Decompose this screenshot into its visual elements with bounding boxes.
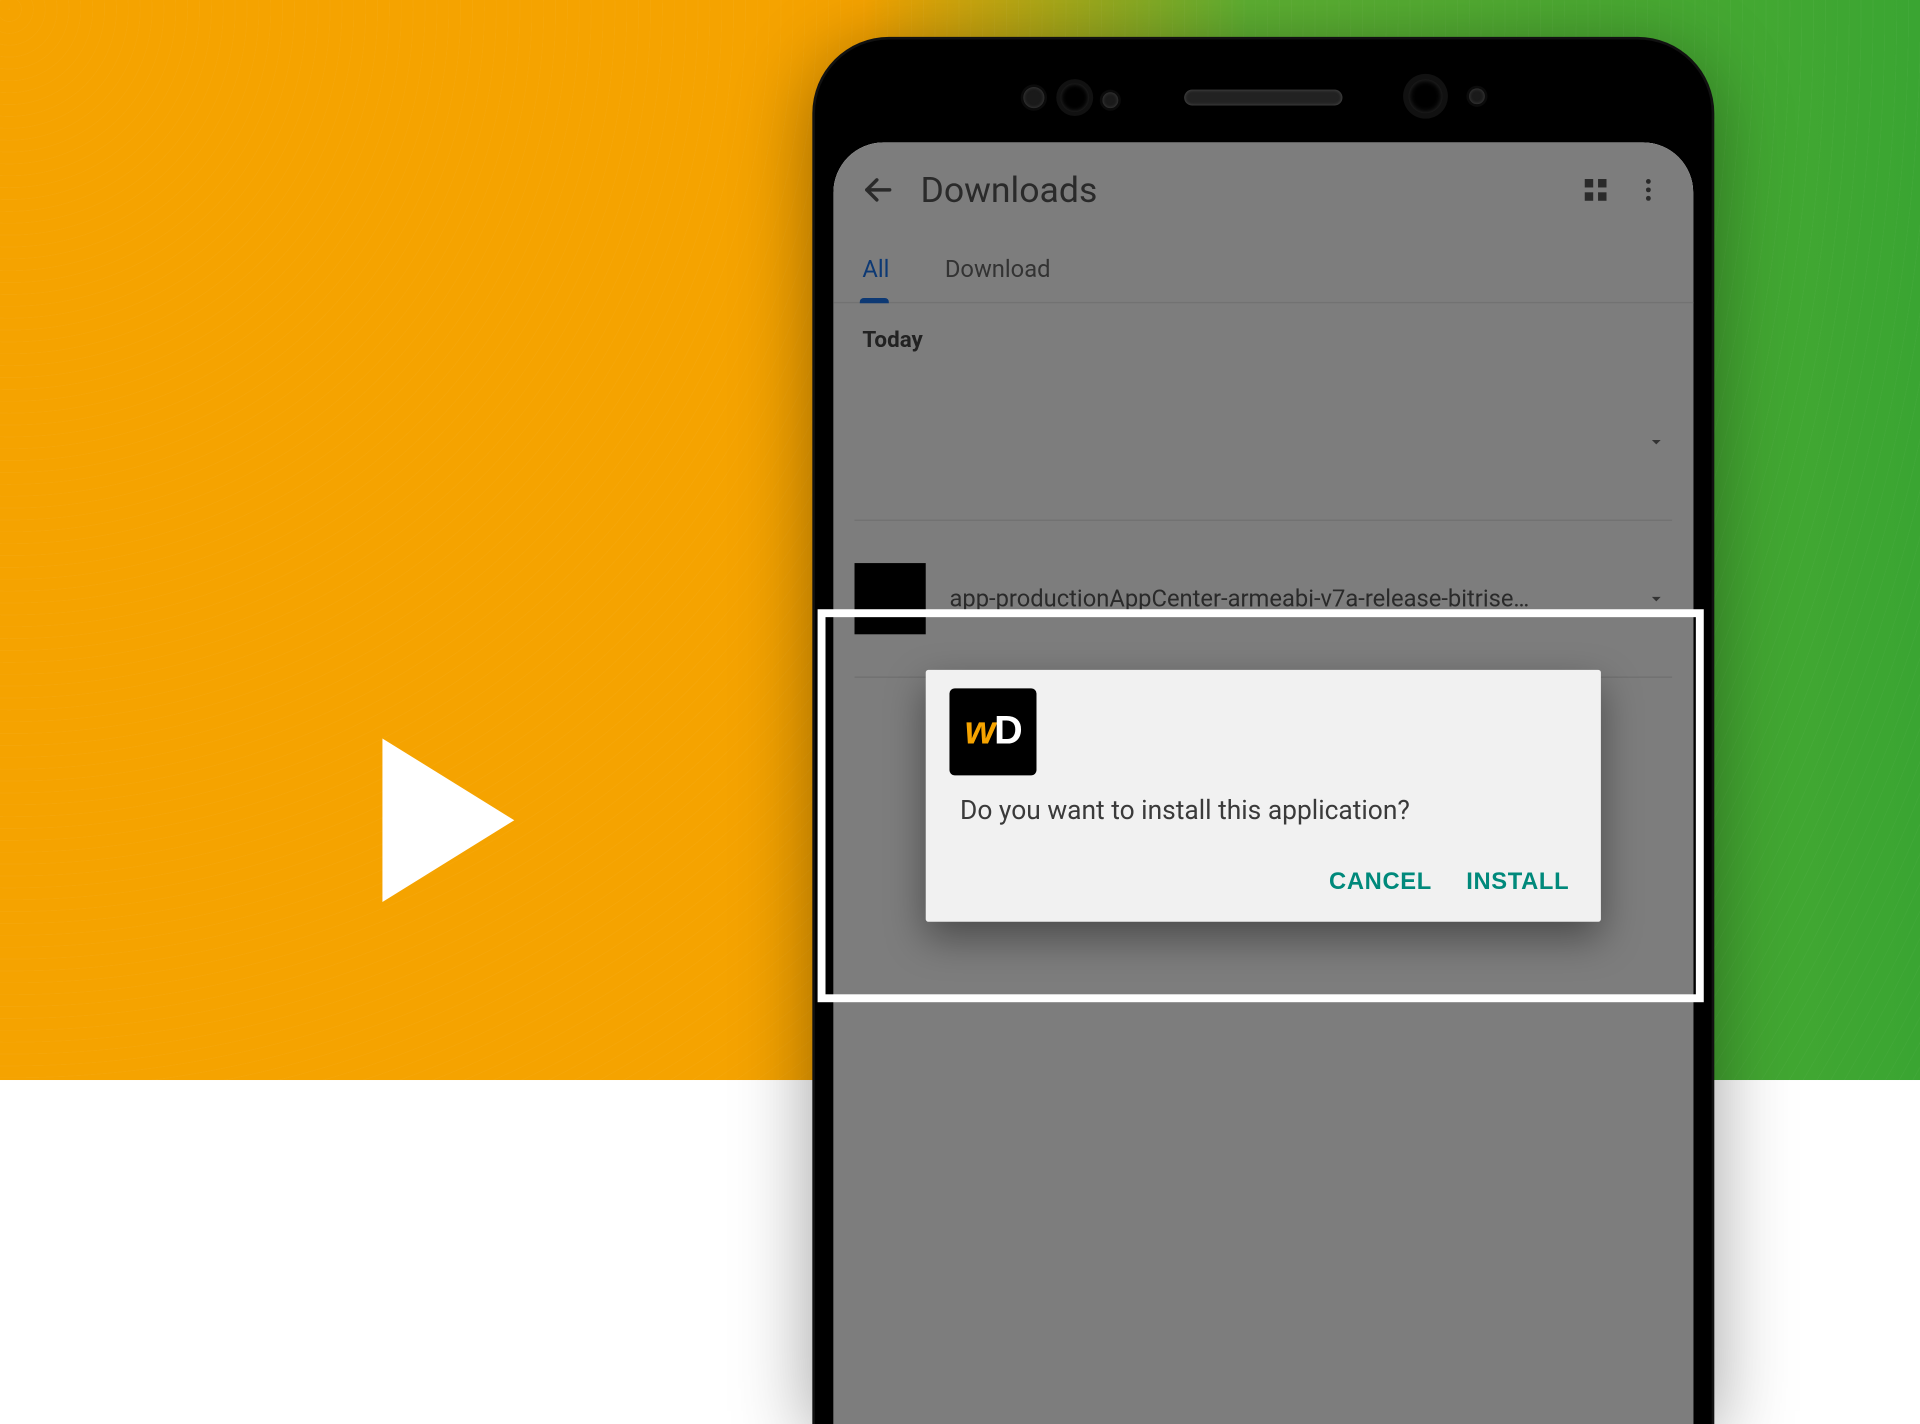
app-icon-letter-w: w — [965, 709, 994, 754]
phone-frame: Downloads All Download Today — [815, 40, 1712, 1424]
sensor-dot — [1102, 92, 1118, 108]
iris-scanner — [1408, 79, 1442, 113]
install-dialog: wD Do you want to install this applicati… — [926, 670, 1601, 922]
phone-screen: Downloads All Download Today — [833, 142, 1693, 1424]
sensor-dot — [1469, 88, 1485, 104]
speaker-grill — [1184, 90, 1342, 106]
front-camera — [1060, 83, 1089, 112]
install-dialog-wrap: wD Do you want to install this applicati… — [926, 670, 1601, 922]
sensor-dot — [1023, 87, 1044, 108]
dialog-actions: CANCEL INSTALL — [949, 857, 1577, 914]
app-icon-letter-d: D — [994, 709, 1021, 754]
phone-bezel — [815, 40, 1712, 143]
dialog-header: wD — [949, 683, 1577, 786]
install-button[interactable]: INSTALL — [1466, 868, 1569, 896]
cancel-button[interactable]: CANCEL — [1329, 868, 1432, 896]
play-icon — [382, 738, 514, 902]
dialog-message: Do you want to install this application? — [949, 786, 1577, 857]
app-icon: wD — [949, 688, 1036, 775]
